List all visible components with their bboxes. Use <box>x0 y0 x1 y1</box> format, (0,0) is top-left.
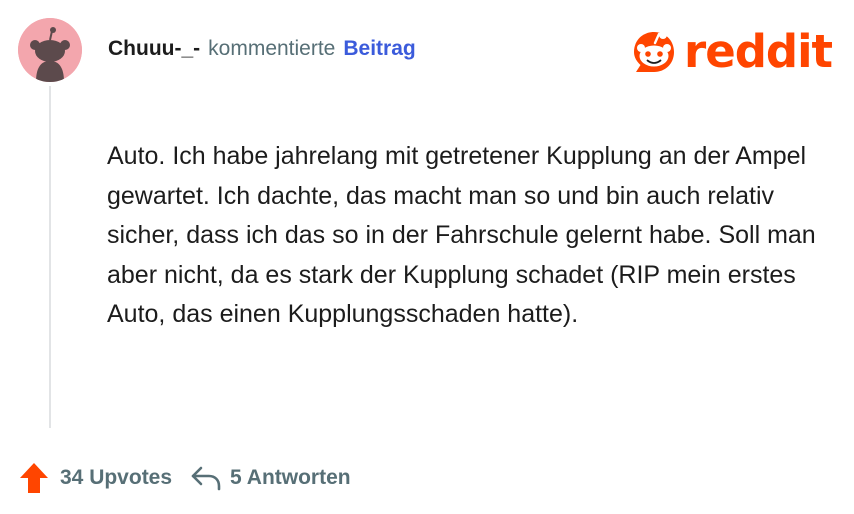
upvote-button[interactable]: 34 Upvotes <box>18 461 172 495</box>
upvote-count: 34 Upvotes <box>60 466 173 489</box>
reply-arrow-icon <box>191 466 221 491</box>
comment-header: Chuuu-_- kommentierte Beitrag <box>108 37 416 65</box>
comment-footer: 34 Upvotes 5 Antworten <box>18 460 351 496</box>
reddit-logo-icon <box>628 26 680 78</box>
post-link[interactable]: Beitrag <box>343 37 415 61</box>
upvote-arrow-icon <box>20 463 48 493</box>
reddit-wordmark: reddit <box>684 25 833 78</box>
reply-button[interactable]: 5 Antworten <box>190 464 351 492</box>
reddit-logo: reddit <box>628 25 833 78</box>
comment-body: Auto. Ich habe jahrelang mit getretener … <box>107 142 816 328</box>
snoo-avatar-icon <box>18 18 82 82</box>
reply-count: 5 Antworten <box>230 466 351 489</box>
action-text: kommentierte <box>208 37 336 60</box>
thread-line <box>49 86 51 428</box>
avatar[interactable] <box>18 18 82 82</box>
username[interactable]: Chuuu-_- <box>108 37 200 61</box>
